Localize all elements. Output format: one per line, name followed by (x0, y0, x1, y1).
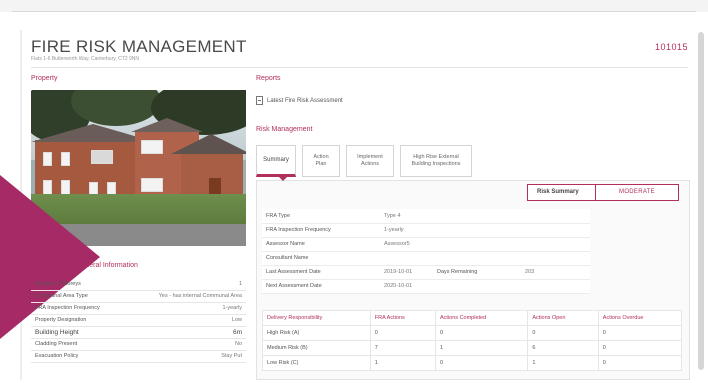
active-tab-pointer (279, 177, 287, 181)
info-label: Evacuation Policy (31, 350, 127, 363)
table-row: Property Designation Low (31, 314, 246, 327)
consultant-label: Consultant Name (262, 251, 380, 266)
table-cell: 0 (434, 325, 529, 341)
column-header: Actions Completed (434, 310, 529, 326)
info-value: 1-yearly (126, 302, 246, 315)
table-cell: 1 (527, 355, 599, 371)
last-date-label: Last Assessment Date (262, 265, 380, 280)
table-cell: 0 (597, 325, 683, 341)
table-row: Assessor Name Assessor5 (262, 237, 590, 252)
info-value: 6m (126, 326, 246, 339)
table-header-row: Delivery Responsibility FRA Actions Acti… (262, 310, 683, 326)
title-divider (31, 67, 688, 68)
table-row: Consultant Name (262, 251, 590, 266)
consultant-value (380, 251, 433, 266)
info-label: Number of Storeys (31, 278, 127, 291)
table-cell: 0 (597, 355, 683, 371)
column-header: Actions Open (527, 310, 599, 326)
general-information: General Information Number of Storeys 1 C… (31, 258, 246, 363)
table-row: Evacuation Policy Stay Put (31, 350, 246, 363)
next-date-value: 2020-10-01 (380, 279, 433, 294)
info-label: Cladding Present (31, 338, 127, 351)
tab-summary[interactable]: Summary (256, 145, 296, 177)
info-label: FRA Inspection Frequency (31, 302, 127, 315)
table-row: FRA Type Type 4 (262, 209, 590, 224)
table-row: High Risk (A) 0 0 0 0 (262, 325, 683, 341)
table-row: Cladding Present No (31, 338, 246, 351)
fra-details: FRA Type Type 4 FRA Inspection Frequency 1… (262, 209, 590, 294)
risk-management-heading: Risk Management (256, 126, 313, 133)
table-cell: 0 (434, 355, 529, 371)
table-cell: 1 (369, 355, 437, 371)
fra-type-label: FRA Type (262, 209, 380, 224)
column-header: FRA Actions (369, 310, 437, 326)
risk-summary: Risk Summary MODERATE (527, 184, 679, 201)
table-row: Communal Area Type Yes - has internal Com… (31, 290, 246, 303)
latest-fra-label: Latest Fire Risk Assessment (267, 97, 343, 104)
table-row: FRA Inspection Frequency 1-yearly (262, 223, 590, 238)
page-title: FIRE RISK MANAGEMENT (31, 37, 247, 56)
tab-label: Summary (263, 156, 289, 163)
property-address: Flats 1-6 Butterworth Way, Canterbury, C… (31, 56, 139, 62)
risk-summary-value: MODERATE (619, 189, 655, 195)
table-cell: 0 (369, 325, 437, 341)
table-cell: 6 (527, 340, 599, 356)
tab-action-plan[interactable]: Action Plan (302, 145, 340, 177)
info-value: No (126, 338, 246, 351)
tab-high-rise-inspections[interactable]: High Rise External Building Inspections (400, 145, 472, 177)
property-heading: Property (31, 75, 58, 82)
tab-label: Action Plan (313, 154, 329, 167)
top-divider (12, 11, 696, 12)
info-value: Stay Put (126, 350, 246, 363)
info-label: Building Height (31, 326, 127, 339)
table-row: FRA Inspection Frequency 1-yearly (31, 302, 246, 315)
column-header: Actions Overdue (597, 310, 683, 326)
table-row: Building Height 6m (31, 326, 246, 339)
table-cell: Medium Risk (B) (262, 340, 371, 356)
days-remaining-value: 203 (521, 265, 590, 280)
table-cell: 1 (434, 340, 529, 356)
table-cell: Low Risk (C) (262, 355, 371, 371)
risk-summary-label: Risk Summary (528, 185, 596, 200)
info-label: Communal Area Type (31, 290, 127, 303)
tab-label: High Rise External Building Inspections (411, 154, 461, 167)
table-row: Last Assessment Date 2019-10-01 Days Remai… (262, 265, 590, 280)
frequency-label: FRA Inspection Frequency (262, 223, 380, 238)
table-cell: 0 (527, 325, 599, 341)
tab-label: Implement Actions (357, 154, 383, 167)
risk-tabs: Summary Action Plan Implement Actions Hi… (256, 145, 472, 177)
reports-heading: Reports (256, 75, 281, 82)
next-date-label: Next Assessment Date (262, 279, 380, 294)
table-cell: 0 (597, 340, 683, 356)
assessor-label: Assessor Name (262, 237, 380, 252)
info-value: Low (126, 314, 246, 327)
general-information-table: Number of Storeys 1 Communal Area Type Yes… (31, 278, 246, 363)
table-row: Medium Risk (B) 7 1 6 0 (262, 340, 683, 356)
table-cell: 7 (369, 340, 437, 356)
scrollbar[interactable] (698, 32, 704, 370)
general-information-heading: General Information (76, 262, 138, 269)
table-row: Next Assessment Date 2020-10-01 (262, 279, 590, 294)
property-reference: 101015 (654, 42, 688, 52)
assessor-value: Assessor5 (380, 237, 433, 252)
tab-implement-actions[interactable]: Implement Actions (346, 145, 394, 177)
last-date-value: 2019-10-01 (380, 265, 433, 280)
table-row: Number of Storeys 1 (31, 278, 246, 291)
document-icon (256, 96, 263, 105)
fra-type-value: Type 4 (380, 209, 433, 224)
days-remaining-label: Days Remaining (433, 265, 521, 280)
table-row: Low Risk (C) 1 0 1 0 (262, 355, 683, 371)
info-value: 1 (126, 278, 246, 291)
delivery-table: Delivery Responsibility FRA Actions Acti… (262, 310, 683, 371)
frequency-value: 1-yearly (380, 223, 433, 238)
info-label: Property Designation (31, 314, 127, 327)
info-value: Yes - has internal Communal Area (126, 290, 246, 303)
column-header: Delivery Responsibility (262, 310, 371, 326)
latest-fra-link[interactable]: Latest Fire Risk Assessment (256, 96, 343, 105)
table-cell: High Risk (A) (262, 325, 371, 341)
